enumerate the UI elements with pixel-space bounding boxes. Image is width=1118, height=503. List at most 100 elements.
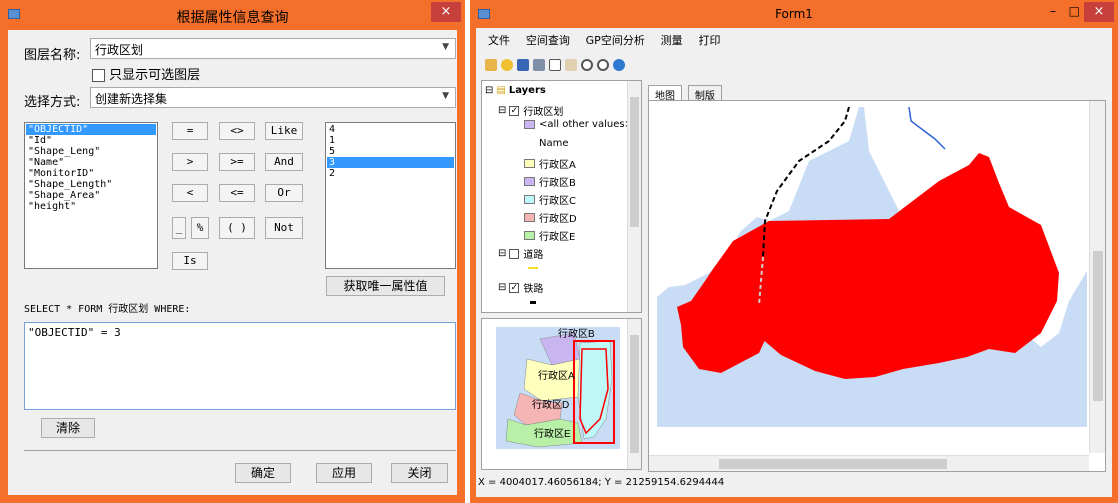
menu-gp-analysis[interactable]: GP空间分析 [586,34,645,47]
menu-print[interactable]: 打印 [698,34,720,47]
op-greater-button[interactable]: > [172,153,208,171]
value-item[interactable]: 2 [327,168,454,179]
menu-spatial-query[interactable]: 空间查询 [526,34,570,47]
op-not-button[interactable]: Not [265,217,303,239]
layer-name-combo[interactable]: 行政区划 ▼ [90,38,456,59]
field-item[interactable]: "Name" [26,157,156,168]
field-item[interactable]: "height" [26,201,156,212]
save-icon[interactable] [517,59,529,71]
legend-row: 行政区C [524,192,576,207]
op-equal-button[interactable]: = [172,122,208,140]
value-item[interactable]: 5 [327,146,454,157]
field-item[interactable]: "OBJECTID" [26,124,156,135]
collapse-icon[interactable]: ⊟ [498,248,506,259]
menu-measure[interactable]: 测量 [661,34,683,47]
field-item[interactable]: "MonitorID" [26,168,156,179]
sql-where-textbox[interactable]: "OBJECTID" = 3 [24,322,456,410]
legend-swatch [524,231,535,240]
only-selectable-label: 只显示可选图层 [109,68,201,83]
apply-button[interactable]: 应用 [316,463,372,483]
method-combo[interactable]: 创建新选择集 ▼ [90,87,456,108]
zoom-out-icon[interactable] [597,59,609,71]
zoom-in-icon[interactable] [581,59,593,71]
layer-icon[interactable] [533,59,545,71]
dialog-client: 图层名称: 行政区划 ▼ 只显示可选图层 选择方式: 创建新选择集 ▼ "OBJ… [8,30,457,495]
maximize-button[interactable]: □ [1069,4,1080,18]
value-item[interactable]: 3 [327,157,454,168]
layer-visible-checkbox[interactable]: ✓ [509,105,520,116]
open-icon[interactable] [485,59,497,71]
value-item[interactable]: 4 [327,124,454,135]
chevron-down-icon: ▼ [442,42,449,52]
menu-file[interactable]: 文件 [488,34,510,47]
toc-tree[interactable]: ⊟ ▤ Layers ⊟ ✓ 行政区划 <all other values> N… [481,80,642,313]
toc-scrollbar[interactable] [627,81,641,312]
dialog-titlebar[interactable]: 根据属性信息查询 × [0,0,465,30]
op-less-equal-button[interactable]: <= [219,184,255,202]
scroll-thumb[interactable] [630,97,639,227]
cancel-button[interactable]: 关闭 [391,463,448,483]
layer-visible-checkbox[interactable] [509,248,520,259]
only-selectable-checkbox[interactable] [92,69,105,82]
status-coordinates: X = 4004017.46056184; Y = 21259154.62944… [478,477,725,488]
op-or-button[interactable]: Or [265,184,303,202]
toc-layer-row[interactable]: ⊟ ✓ 行政区划 [498,103,563,118]
add-data-icon[interactable] [501,59,513,71]
legend-field-label: Name [539,138,569,149]
legend-swatch [524,159,535,168]
op-like-button[interactable]: Like [265,122,303,140]
scroll-thumb[interactable] [1093,251,1103,401]
dialog-title: 根据属性信息查询 [176,10,289,26]
field-item[interactable]: "Id" [26,135,156,146]
map-svg[interactable] [649,101,1105,471]
get-unique-values-button[interactable]: 获取唯一属性值 [326,276,445,296]
values-listbox[interactable]: 4 1 5 3 2 [325,122,456,269]
op-greater-equal-button[interactable]: >= [219,153,255,171]
op-and-button[interactable]: And [265,153,303,171]
toc-root-label: Layers [508,85,546,96]
overview-label: 行政区D [532,398,569,411]
op-is-button[interactable]: Is [172,252,208,270]
field-item[interactable]: "Shape_Leng" [26,146,156,157]
toc-layer-row[interactable]: ⊟ ✓ 铁路 [498,280,543,295]
scroll-thumb[interactable] [630,335,639,453]
minimize-button[interactable]: – [1050,4,1056,18]
scroll-thumb[interactable] [719,459,947,469]
map-vscroll[interactable] [1089,101,1105,453]
only-selectable-row[interactable]: 只显示可选图层 [92,64,200,83]
fields-listbox[interactable]: "OBJECTID" "Id" "Shape_Leng" "Name" "Mon… [24,122,158,269]
form1-titlebar[interactable]: Form1 – □ × [470,0,1118,30]
field-item[interactable]: "Shape_Area" [26,190,156,201]
toc-layer-label: 铁路 [523,284,544,295]
value-item[interactable]: 1 [327,135,454,146]
form1-close-button[interactable]: × [1084,2,1114,22]
op-not-equal-button[interactable]: <> [219,122,255,140]
dialog-close-button[interactable]: × [431,2,461,22]
form1-title: Form1 [775,7,813,21]
select-icon[interactable] [549,59,561,71]
legend-row: 行政区D [524,210,577,225]
method-value: 创建新选择集 [95,92,168,106]
op-percent-button[interactable]: % [191,217,209,239]
collapse-icon[interactable]: ⊟ [485,85,493,96]
toc-root-row[interactable]: ⊟ ▤ Layers [485,85,546,96]
field-item[interactable]: "Shape_Length" [26,179,156,190]
layer-visible-checkbox[interactable]: ✓ [509,282,520,293]
legend-swatch [524,177,535,186]
op-underscore-button[interactable]: _ [172,217,186,239]
map-hscroll[interactable] [649,455,1089,471]
collapse-icon[interactable]: ⊟ [498,105,506,116]
overview-svg: 行政区B 行政区A 行政区D 行政区E [496,327,620,449]
legend-field-row: Name [539,138,569,149]
ok-button[interactable]: 确定 [235,463,291,483]
globe-icon[interactable] [613,59,625,71]
collapse-icon[interactable]: ⊟ [498,282,506,293]
clear-button[interactable]: 清除 [41,418,95,438]
pan-icon[interactable] [565,59,577,71]
op-parens-button[interactable]: ( ) [219,217,255,239]
op-less-button[interactable]: < [172,184,208,202]
toc-layer-row[interactable]: ⊟ 道路 [498,246,543,261]
overview-scrollbar[interactable] [627,319,641,469]
legend-label: 行政区D [539,214,577,225]
overview-map[interactable]: 行政区B 行政区A 行政区D 行政区E [481,318,642,470]
